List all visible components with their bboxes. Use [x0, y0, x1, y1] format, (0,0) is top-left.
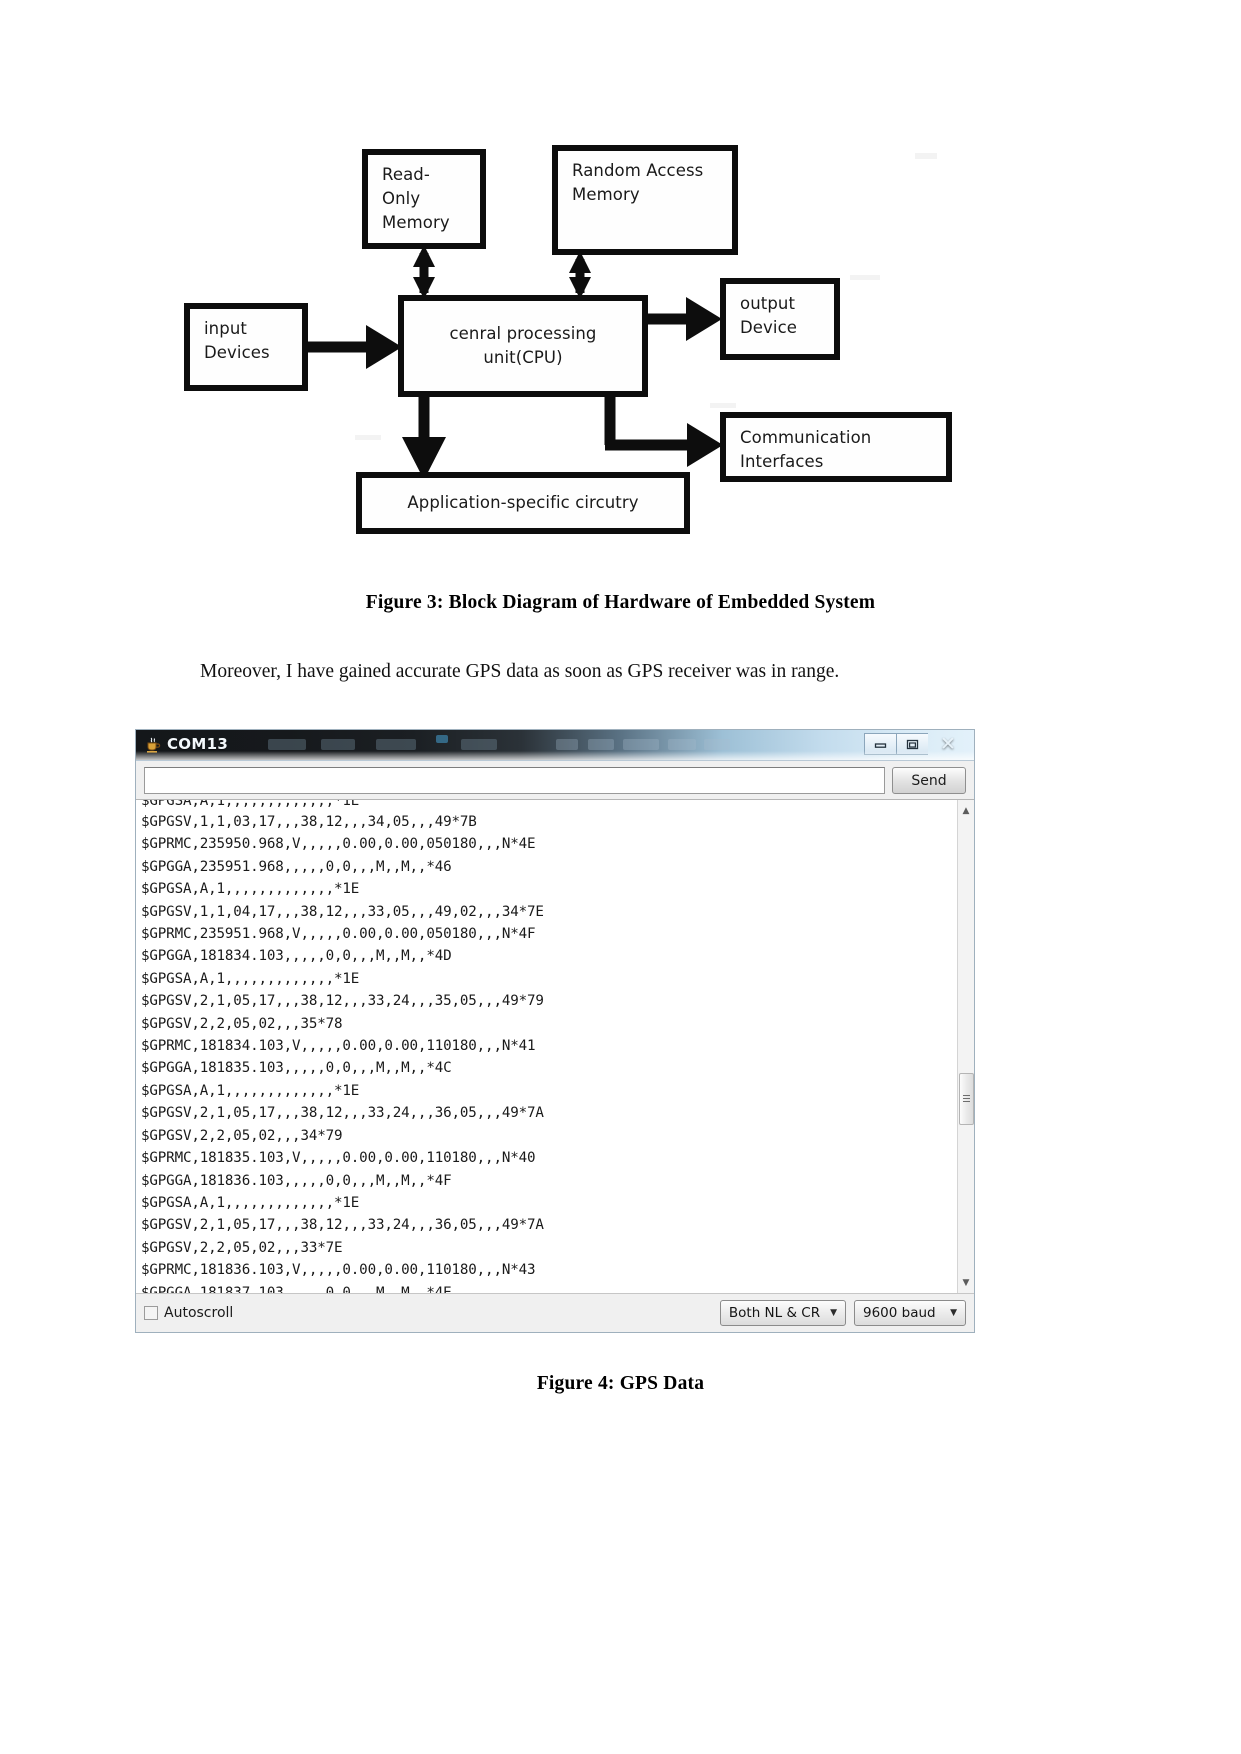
serial-line: $GPGSV,1,1,03,17,,,38,12,,,34,05,,,49*7B [141, 814, 477, 830]
figure4-caption: Figure 4: GPS Data [536, 1373, 705, 1394]
serial-line: $GPRMC,181835.103,V,,,,,0.00,0.00,110180… [141, 1150, 536, 1167]
titlebar-ghost-text [268, 739, 306, 750]
titlebar-ghost-text [668, 739, 696, 750]
line-ending-select[interactable]: Both NL & CR ▼ [719, 1300, 846, 1326]
figure3-block-diagram: Read-Only Memory Random Access Memory inpu… [170, 135, 1000, 555]
serial-line: $GPRMC,235951.968,V,,,,,0.00,0.00,050180… [141, 926, 536, 943]
titlebar-ghost-text [321, 739, 355, 750]
serial-line: $GPGGA,181837.103,,,,,0,0,,,M,,M,,*4E [141, 1284, 452, 1293]
baud-rate-value: 9600 baud [863, 1305, 936, 1321]
serial-line: $GPRMC,235950.968,V,,,,,0.00,0.00,050180… [141, 836, 536, 853]
serial-monitor-window: COM13 ✕ Send $GPGSA,A,1,,,,,,,,,,,,,*1E … [135, 729, 975, 1333]
autoscroll-toggle[interactable]: Autoscroll [144, 1305, 233, 1321]
serial-line: $GPGSV,2,1,05,17,,,38,12,,,33,24,,,36,05… [141, 1105, 544, 1122]
scroll-down-arrow-icon[interactable]: ▼ [958, 1274, 974, 1291]
java-coffee-cup-icon [147, 737, 161, 753]
diagram-box-label: Communication Interfaces [740, 428, 872, 471]
serial-line: $GPRMC,181836.103,V,,,,,0.00,0.00,110180… [141, 1262, 536, 1279]
serial-monitor-status-bar: Autoscroll Both NL & CR ▼ 9600 baud ▼ [136, 1293, 974, 1332]
chevron-down-icon: ▼ [950, 1308, 957, 1318]
serial-send-input[interactable] [144, 767, 885, 794]
clipped-top-line: $GPGSA,A,1,,,,,,,,,,,,,*1E [141, 800, 957, 811]
window-title: COM13 [167, 735, 229, 753]
serial-line: $GPGGA,235951.968,,,,,0,0,,,M,,M,,*46 [141, 858, 452, 875]
serial-line: $GPGSA,A,1,,,,,,,,,,,,,*1E [141, 881, 360, 898]
scroll-up-arrow-icon[interactable]: ▲ [958, 802, 974, 819]
serial-line: $GPGSV,2,1,05,17,,,38,12,,,33,24,,,35,05… [141, 993, 544, 1010]
serial-line: $GPGSV,2,2,05,02,,,35*78 [141, 1015, 343, 1032]
serial-line: $GPGSA,A,1,,,,,,,,,,,,,*1E [141, 1194, 360, 1211]
serial-line: $GPRMC,181834.103,V,,,,,0.00,0.00,110180… [141, 1038, 536, 1055]
diagram-box-label: output Device [740, 294, 798, 337]
serial-line: $GPGSV,2,2,05,02,,,33*7E [141, 1239, 343, 1256]
scrollbar-thumb[interactable] [959, 1072, 974, 1125]
titlebar-ghost-text [376, 739, 416, 750]
serial-line: $GPGSA,A,1,,,,,,,,,,,,,*1E [141, 800, 360, 809]
diagram-box-input-devices: input Devices [184, 303, 308, 391]
autoscroll-label: Autoscroll [164, 1305, 234, 1321]
diagram-box-label: Application-specific circutry [407, 493, 639, 513]
serial-output-area: $GPGSA,A,1,,,,,,,,,,,,,*1E $GPGSV,1,1,03… [136, 799, 974, 1293]
scrollbar-grip-icon [963, 1095, 970, 1103]
titlebar-ghost-text [588, 739, 614, 750]
send-button[interactable]: Send [892, 767, 966, 794]
titlebar-ghost-text [704, 739, 730, 750]
titlebar-ghost-text [556, 739, 578, 750]
diagram-box-communication-interfaces: Communication Interfaces [720, 412, 952, 482]
figure3-caption: Figure 3: Block Diagram of Hardware of E… [365, 592, 876, 613]
send-row: Send [136, 761, 974, 799]
serial-line-list: $GPGSV,1,1,03,17,,,38,12,,,34,05,,,49*7B… [141, 811, 957, 1293]
serial-line: $GPGGA,181834.103,,,,,0,0,,,M,,M,,*4D [141, 948, 452, 965]
diagram-box-label: input Devices [204, 319, 270, 362]
serial-line: $GPGSV,2,1,05,17,,,38,12,,,33,24,,,36,05… [141, 1217, 544, 1234]
diagram-box-label: cenral processing unit(CPU) [449, 324, 597, 367]
diagram-box-label: Read-Only Memory [382, 165, 450, 232]
titlebar-ghost-text [623, 739, 659, 750]
body-paragraph: Moreover, I have gained accurate GPS dat… [200, 661, 840, 682]
serial-line: $GPGSA,A,1,,,,,,,,,,,,,*1E [141, 1082, 360, 1099]
titlebar-ghost-text [461, 739, 497, 750]
window-titlebar[interactable]: COM13 ✕ [136, 730, 974, 761]
status-bar-right-group: Both NL & CR ▼ 9600 baud ▼ [719, 1300, 966, 1326]
chevron-down-icon: ▼ [830, 1308, 837, 1318]
serial-line: $GPGSV,2,2,05,02,,,34*79 [141, 1127, 343, 1144]
diagram-box-read-only-memory: Read-Only Memory [362, 149, 486, 249]
diagram-box-label: Random Access Memory [572, 161, 704, 204]
diagram-box-output-device: output Device [720, 278, 840, 360]
diagram-box-random-access-memory: Random Access Memory [552, 145, 738, 255]
close-icon[interactable]: ✕ [928, 733, 968, 755]
serial-line: $GPGSV,1,1,04,17,,,38,12,,,33,05,,,49,02… [141, 903, 544, 920]
serial-line: $GPGGA,181836.103,,,,,0,0,,,M,,M,,*4F [141, 1172, 452, 1189]
minimize-icon[interactable] [864, 733, 896, 755]
titlebar-ghost-text [436, 735, 448, 743]
maximize-icon[interactable] [896, 733, 928, 755]
baud-rate-select[interactable]: 9600 baud ▼ [854, 1300, 966, 1326]
window-controls: ✕ [864, 733, 968, 755]
vertical-scrollbar[interactable]: ▲ ▼ [957, 800, 974, 1293]
diagram-box-central-processing-unit: cenral processing unit(CPU) [398, 295, 648, 397]
serial-output-text[interactable]: $GPGSA,A,1,,,,,,,,,,,,,*1E $GPGSV,1,1,03… [136, 800, 957, 1293]
autoscroll-checkbox[interactable] [144, 1306, 158, 1320]
serial-line: $GPGGA,181835.103,,,,,0,0,,,M,,M,,*4C [141, 1060, 452, 1077]
serial-line: $GPGSA,A,1,,,,,,,,,,,,,*1E [141, 970, 360, 987]
line-ending-value: Both NL & CR [728, 1305, 821, 1321]
diagram-box-application-specific-circuitry: Application-specific circutry [356, 472, 690, 534]
